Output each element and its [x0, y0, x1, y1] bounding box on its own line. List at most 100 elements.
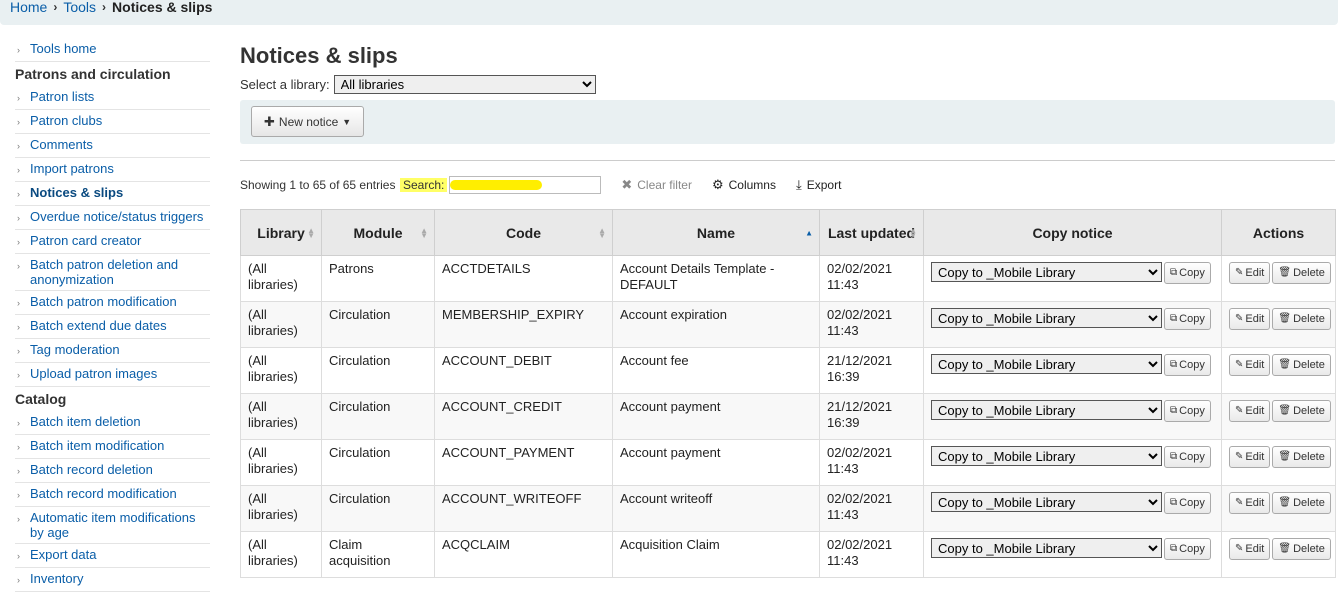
sidebar-item[interactable]: › Tag moderation	[15, 339, 210, 363]
library-select[interactable]: All libraries	[333, 74, 596, 94]
copy-library-select[interactable]: Copy to _Mobile Library	[931, 354, 1162, 374]
edit-button[interactable]: ✎ Edit	[1229, 400, 1271, 422]
copy-button[interactable]: ⧉ Copy	[1164, 354, 1211, 376]
delete-button-label: Delete	[1293, 313, 1325, 325]
cell-actions: ✎ Edit 🗑 Delete	[1221, 393, 1336, 440]
cell-actions: ✎ Edit 🗑 Delete	[1221, 301, 1336, 348]
delete-button[interactable]: 🗑 Delete	[1272, 492, 1331, 514]
copy-button[interactable]: ⧉ Copy	[1164, 538, 1211, 560]
copy-button[interactable]: ⧉ Copy	[1164, 308, 1211, 330]
copy-button[interactable]: ⧉ Copy	[1164, 262, 1211, 284]
copy-button[interactable]: ⧉ Copy	[1164, 492, 1211, 514]
sidebar-link[interactable]: Inventory	[30, 571, 83, 586]
sidebar-item[interactable]: › Batch item deletion	[15, 411, 210, 435]
cell-last-updated: 02/02/2021 11:43	[819, 531, 924, 578]
sidebar-link[interactable]: Patron lists	[30, 89, 94, 104]
cell-name: Account payment	[612, 393, 820, 440]
sidebar-item-tools-home[interactable]: › Tools home	[15, 38, 210, 62]
columns-button[interactable]: ⚙ Columns	[712, 177, 776, 193]
column-header-library[interactable]: Library ▲ ▼	[240, 209, 322, 256]
copy-button-label: Copy	[1179, 313, 1205, 325]
sidebar-link[interactable]: Batch patron deletion and anonymization	[30, 257, 210, 287]
sidebar-item[interactable]: › Automatic item modifications by age	[15, 507, 210, 544]
copy-library-select[interactable]: Copy to _Mobile Library	[931, 400, 1162, 420]
sidebar-link[interactable]: Patron clubs	[30, 113, 102, 128]
sidebar-link[interactable]: Automatic item modifications by age	[30, 510, 210, 540]
sidebar-link[interactable]: Overdue notice/status triggers	[30, 209, 203, 224]
sidebar-link[interactable]: Comments	[30, 137, 93, 152]
sidebar-item[interactable]: › Batch patron modification	[15, 291, 210, 315]
notices-table: Library ▲ ▼ Module ▲ ▼ Code ▲ ▼ Name ▲ Last upd…	[240, 209, 1336, 578]
cell-copy-notice: Copy to _Mobile Library ⧉ Copy	[923, 301, 1222, 348]
cell-code: ACCOUNT_WRITEOFF	[434, 485, 613, 532]
column-header-last-updated[interactable]: Last updated ▲ ▼	[819, 209, 924, 256]
delete-button[interactable]: 🗑 Delete	[1272, 308, 1331, 330]
caret-down-icon: ▼	[342, 116, 352, 127]
column-header-name[interactable]: Name ▲	[612, 209, 820, 256]
delete-button[interactable]: 🗑 Delete	[1272, 400, 1331, 422]
sidebar-link[interactable]: Batch item deletion	[30, 414, 141, 429]
column-header-code[interactable]: Code ▲ ▼	[434, 209, 613, 256]
copy-library-select[interactable]: Copy to _Mobile Library	[931, 262, 1162, 282]
chevron-right-icon: ›	[17, 189, 20, 199]
sidebar-link[interactable]: Notices & slips	[30, 185, 123, 200]
sidebar-link[interactable]: Batch extend due dates	[30, 318, 167, 333]
sidebar-link[interactable]: Batch record modification	[30, 486, 177, 501]
sidebar-link[interactable]: Patron card creator	[30, 233, 141, 248]
sidebar-item[interactable]: › Upload patron images	[15, 363, 210, 387]
sidebar-item[interactable]: › Inventory	[15, 568, 210, 592]
sidebar-item[interactable]: › Patron lists	[15, 86, 210, 110]
sidebar-item[interactable]: › Comments	[15, 134, 210, 158]
sidebar-item[interactable]: › Batch extend due dates	[15, 315, 210, 339]
sidebar-link[interactable]: Batch item modification	[30, 438, 164, 453]
export-button[interactable]: ⤓ Export	[796, 177, 841, 193]
copy-button[interactable]: ⧉ Copy	[1164, 446, 1211, 468]
sidebar-item[interactable]: › Batch record modification	[15, 483, 210, 507]
chevron-right-icon: ›	[17, 575, 20, 585]
sidebar-item[interactable]: › Overdue notice/status triggers	[15, 206, 210, 230]
new-notice-button[interactable]: ✚ New notice ▼	[251, 106, 365, 137]
sidebar-item[interactable]: › Patron card creator	[15, 230, 210, 254]
copy-library-select[interactable]: Copy to _Mobile Library	[931, 492, 1162, 512]
chevron-right-icon: ›	[17, 213, 20, 223]
edit-button[interactable]: ✎ Edit	[1229, 354, 1271, 376]
sidebar-link[interactable]: Batch patron modification	[30, 294, 177, 309]
sidebar-item[interactable]: › Export data	[15, 544, 210, 568]
edit-button[interactable]: ✎ Edit	[1229, 446, 1271, 468]
copy-button[interactable]: ⧉ Copy	[1164, 400, 1211, 422]
sidebar-item[interactable]: › Patron clubs	[15, 110, 210, 134]
copy-button-label: Copy	[1179, 451, 1205, 463]
sidebar-link[interactable]: Import patrons	[30, 161, 114, 176]
sidebar-item[interactable]: › Batch patron deletion and anonymization	[15, 254, 210, 291]
main-content: Notices & slips Select a library: All li…	[240, 40, 1336, 578]
sidebar-link[interactable]: Upload patron images	[30, 366, 157, 381]
delete-button[interactable]: 🗑 Delete	[1272, 354, 1331, 376]
copy-library-select[interactable]: Copy to _Mobile Library	[931, 308, 1162, 328]
clear-filter-button[interactable]: ✖ Clear filter	[621, 177, 692, 193]
cell-last-updated: 02/02/2021 11:43	[819, 301, 924, 348]
library-select-label: Select a library:	[240, 76, 330, 92]
breadcrumb-tools-link[interactable]: Tools	[63, 0, 96, 14]
edit-button[interactable]: ✎ Edit	[1229, 262, 1271, 284]
edit-button[interactable]: ✎ Edit	[1229, 538, 1271, 560]
delete-button[interactable]: 🗑 Delete	[1272, 446, 1331, 468]
sidebar-link[interactable]: Export data	[30, 547, 97, 562]
delete-button[interactable]: 🗑 Delete	[1272, 262, 1331, 284]
sidebar-link[interactable]: Tag moderation	[30, 342, 120, 357]
copy-library-select[interactable]: Copy to _Mobile Library	[931, 538, 1162, 558]
cell-module: Circulation	[321, 301, 435, 348]
sidebar-item[interactable]: › Batch item modification	[15, 435, 210, 459]
delete-button[interactable]: 🗑 Delete	[1272, 538, 1331, 560]
breadcrumb-home-link[interactable]: Home	[10, 0, 47, 14]
column-header-module[interactable]: Module ▲ ▼	[321, 209, 435, 256]
copy-icon: ⧉	[1170, 359, 1178, 370]
sidebar-link[interactable]: Tools home	[30, 41, 96, 56]
sidebar-item[interactable]: › Import patrons	[15, 158, 210, 182]
edit-button[interactable]: ✎ Edit	[1229, 308, 1271, 330]
copy-library-select[interactable]: Copy to _Mobile Library	[931, 446, 1162, 466]
edit-button[interactable]: ✎ Edit	[1229, 492, 1271, 514]
sidebar-item[interactable]: › Notices & slips	[15, 182, 210, 206]
sidebar-link[interactable]: Batch record deletion	[30, 462, 153, 477]
sidebar-item[interactable]: › Batch record deletion	[15, 459, 210, 483]
cell-library: (All libraries)	[240, 301, 322, 348]
